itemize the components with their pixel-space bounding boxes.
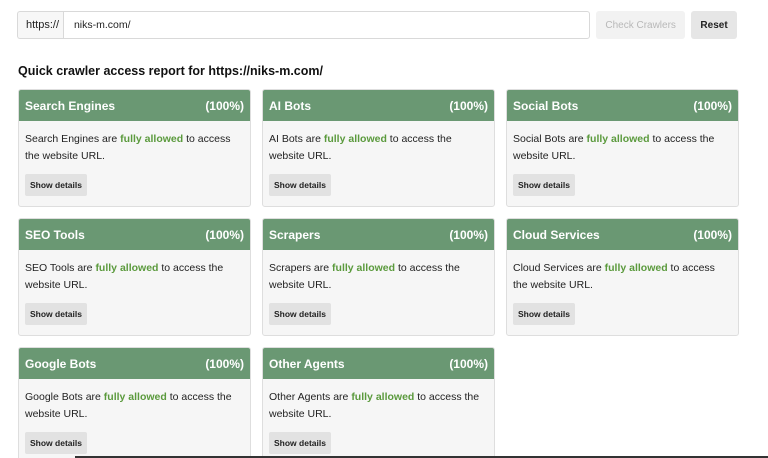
card-body: Google Bots are fully allowed to access … bbox=[19, 379, 250, 454]
status-text: fully allowed bbox=[95, 262, 159, 274]
crawler-card: Other Agents (100%) Other Agents are ful… bbox=[262, 347, 495, 458]
status-text: fully allowed bbox=[586, 133, 650, 145]
card-text: Scrapers are fully allowed to access the… bbox=[269, 262, 460, 291]
card-title: Social Bots bbox=[513, 98, 579, 113]
show-details-button[interactable]: Show details bbox=[513, 303, 575, 325]
crawler-card: Google Bots (100%) Google Bots are fully… bbox=[18, 347, 251, 458]
status-text: fully allowed bbox=[120, 133, 184, 145]
card-percent: (100%) bbox=[693, 227, 732, 242]
card-body: Search Engines are fully allowed to acce… bbox=[19, 121, 250, 196]
card-percent: (100%) bbox=[449, 227, 488, 242]
card-percent: (100%) bbox=[205, 98, 244, 113]
status-text: fully allowed bbox=[332, 262, 396, 274]
card-text: Cloud Services are fully allowed to acce… bbox=[513, 262, 715, 291]
crawler-card: AI Bots (100%) AI Bots are fully allowed… bbox=[262, 89, 495, 207]
card-text: Google Bots are fully allowed to access … bbox=[25, 391, 232, 420]
status-text: fully allowed bbox=[604, 262, 668, 274]
card-header: AI Bots (100%) bbox=[263, 90, 494, 121]
card-text: Other Agents are fully allowed to access… bbox=[269, 391, 480, 420]
card-title: SEO Tools bbox=[25, 227, 85, 242]
reset-button[interactable]: Reset bbox=[691, 11, 738, 39]
show-details-button[interactable]: Show details bbox=[25, 303, 87, 325]
show-details-button[interactable]: Show details bbox=[25, 174, 87, 196]
show-details-button[interactable]: Show details bbox=[269, 432, 331, 454]
card-title: Cloud Services bbox=[513, 227, 600, 242]
card-header: Search Engines (100%) bbox=[19, 90, 250, 121]
card-text: AI Bots are fully allowed to access the … bbox=[269, 133, 452, 162]
card-header: Scrapers (100%) bbox=[263, 219, 494, 250]
url-form: https:// Check Crawlers Reset bbox=[17, 11, 738, 39]
card-header: Cloud Services (100%) bbox=[507, 219, 738, 250]
card-text: SEO Tools are fully allowed to access th… bbox=[25, 262, 224, 291]
card-percent: (100%) bbox=[449, 98, 488, 113]
card-body: Social Bots are fully allowed to access … bbox=[507, 121, 738, 196]
card-body: Other Agents are fully allowed to access… bbox=[263, 379, 494, 454]
card-text: Social Bots are fully allowed to access … bbox=[513, 133, 715, 162]
card-title: Scrapers bbox=[269, 227, 321, 242]
card-body: Cloud Services are fully allowed to acce… bbox=[507, 250, 738, 325]
show-details-button[interactable]: Show details bbox=[513, 174, 575, 196]
card-percent: (100%) bbox=[449, 356, 488, 371]
card-header: Social Bots (100%) bbox=[507, 90, 738, 121]
check-crawlers-button[interactable]: Check Crawlers bbox=[596, 11, 686, 39]
status-text: fully allowed bbox=[351, 391, 415, 403]
card-title: Other Agents bbox=[269, 356, 345, 371]
protocol-prefix: https:// bbox=[17, 11, 63, 39]
card-percent: (100%) bbox=[693, 98, 732, 113]
card-header: Google Bots (100%) bbox=[19, 348, 250, 379]
card-percent: (100%) bbox=[205, 356, 244, 371]
crawler-card: Search Engines (100%) Search Engines are… bbox=[18, 89, 251, 207]
card-body: SEO Tools are fully allowed to access th… bbox=[19, 250, 250, 325]
crawler-card: Cloud Services (100%) Cloud Services are… bbox=[506, 218, 739, 336]
crawler-card: Social Bots (100%) Social Bots are fully… bbox=[506, 89, 739, 207]
crawler-card: SEO Tools (100%) SEO Tools are fully all… bbox=[18, 218, 251, 336]
card-percent: (100%) bbox=[205, 227, 244, 242]
show-details-button[interactable]: Show details bbox=[269, 174, 331, 196]
show-details-button[interactable]: Show details bbox=[25, 432, 87, 454]
crawler-card: Scrapers (100%) Scrapers are fully allow… bbox=[262, 218, 495, 336]
card-header: Other Agents (100%) bbox=[263, 348, 494, 379]
status-text: fully allowed bbox=[103, 391, 167, 403]
status-text: fully allowed bbox=[323, 133, 387, 145]
card-body: AI Bots are fully allowed to access the … bbox=[263, 121, 494, 196]
card-title: AI Bots bbox=[269, 98, 311, 113]
card-text: Search Engines are fully allowed to acce… bbox=[25, 133, 231, 162]
card-header: SEO Tools (100%) bbox=[19, 219, 250, 250]
crawler-cards-grid: Search Engines (100%) Search Engines are… bbox=[18, 89, 739, 458]
card-title: Search Engines bbox=[25, 98, 116, 113]
show-details-button[interactable]: Show details bbox=[269, 303, 331, 325]
card-body: Scrapers are fully allowed to access the… bbox=[263, 250, 494, 325]
url-input[interactable] bbox=[62, 11, 591, 39]
report-heading: Quick crawler access report for https://… bbox=[18, 64, 323, 78]
card-title: Google Bots bbox=[25, 356, 97, 371]
